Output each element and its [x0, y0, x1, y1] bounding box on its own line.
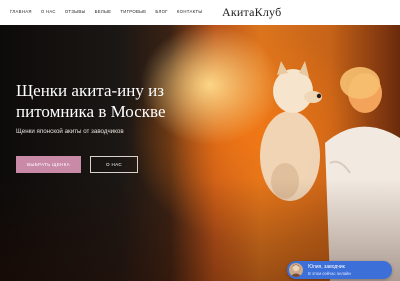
nav-item-brindle[interactable]: Тигровые	[120, 9, 146, 14]
main-nav: Главная О нас Отзывы Белые Тигровые Блог…	[10, 9, 212, 14]
nav-item-about[interactable]: О нас	[41, 9, 56, 14]
nav-item-white[interactable]: Белые	[95, 9, 112, 14]
nav-item-contacts[interactable]: Контакты	[177, 9, 203, 14]
site-logo[interactable]: АкитаКлуб	[222, 5, 281, 20]
nav-item-blog[interactable]: Блог	[155, 9, 168, 14]
hero-section: Щенки акита-ину из питомника в Москве Ще…	[0, 25, 400, 281]
person-icon	[290, 264, 302, 277]
nav-item-home[interactable]: Главная	[10, 9, 32, 14]
avatar	[289, 263, 303, 277]
site-header: Главная О нас Отзывы Белые Тигровые Блог…	[0, 0, 400, 25]
hero-title: Щенки акита-ину из питомника в Москве	[16, 81, 166, 121]
hero-overlay	[0, 25, 400, 281]
chat-widget[interactable]: Юлия, заводчик В этом сейчас онлайн	[287, 261, 392, 279]
chat-status: В этом сейчас онлайн	[308, 271, 351, 276]
about-button[interactable]: О нас	[90, 156, 138, 173]
choose-puppy-button[interactable]: Выбрать щенка	[16, 156, 81, 173]
nav-item-reviews[interactable]: Отзывы	[65, 9, 86, 14]
chat-agent-name: Юлия, заводчик	[308, 264, 345, 270]
hero-subtitle: Щенки японской акиты от заводчиков	[16, 128, 124, 135]
